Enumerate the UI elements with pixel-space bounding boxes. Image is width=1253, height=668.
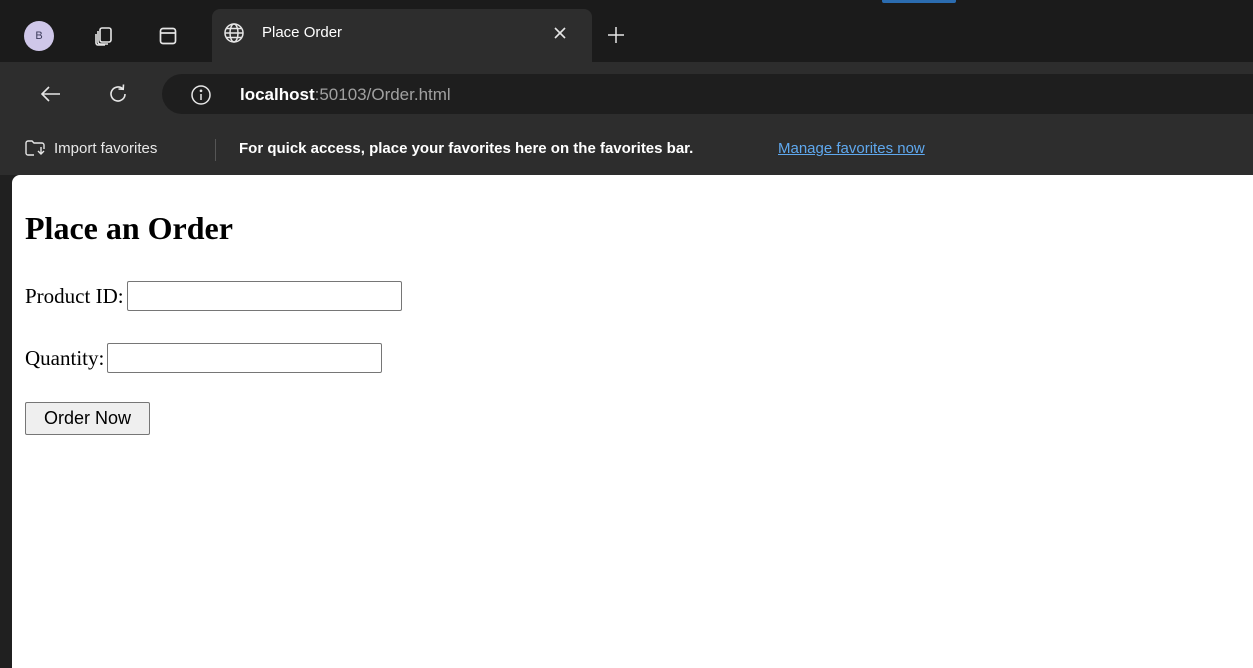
product-id-row: Product ID: (25, 281, 402, 311)
refresh-icon (110, 84, 126, 102)
manage-favorites-link[interactable]: Manage favorites now (778, 140, 925, 157)
product-id-label: Product ID: (25, 283, 124, 308)
plus-icon (608, 27, 624, 43)
quantity-label: Quantity: (25, 345, 105, 370)
info-icon[interactable] (190, 84, 212, 106)
refresh-button[interactable] (104, 80, 132, 108)
browser-window: B Place Order localhost:50103/Order.html… (0, 0, 1253, 668)
back-button[interactable] (37, 80, 65, 108)
import-favorites-button[interactable]: Import favorites (24, 138, 157, 158)
quantity-input[interactable] (107, 343, 383, 373)
tab-strip: B Place Order (0, 0, 1253, 62)
vertical-tabs-icon[interactable] (154, 22, 182, 50)
profile-initial: B (35, 30, 43, 42)
tab-title: Place Order (262, 24, 343, 41)
favorites-bar: Import favorites For quick access, place… (0, 125, 1253, 175)
product-id-input[interactable] (126, 281, 402, 311)
close-icon[interactable] (548, 21, 572, 45)
globe-icon (224, 23, 244, 43)
import-favorites-icon (25, 140, 45, 156)
favorites-hint-text: For quick access, place your favorites h… (239, 140, 694, 157)
page-viewport: Place an Order Product ID: Quantity: Ord… (12, 175, 1253, 668)
address-toolbar: localhost:50103/Order.html (0, 62, 1253, 125)
url-path: :50103/Order.html (314, 85, 451, 104)
tab-place-order[interactable]: Place Order (212, 9, 592, 62)
url-host: localhost (240, 85, 315, 104)
profile-avatar[interactable]: B (24, 21, 54, 51)
page-title: Place an Order (25, 210, 233, 246)
new-tab-button[interactable] (602, 21, 630, 49)
favorites-divider (215, 139, 216, 161)
window-accent-bar (882, 0, 956, 3)
back-arrow-icon (40, 86, 60, 102)
quantity-row: Quantity: (25, 343, 383, 373)
url-text[interactable]: localhost:50103/Order.html (240, 85, 451, 105)
order-now-button[interactable]: Order Now (25, 402, 150, 435)
import-favorites-label: Import favorites (54, 139, 158, 157)
address-bar[interactable]: localhost:50103/Order.html (162, 74, 1253, 114)
tab-actions-icon[interactable] (90, 22, 118, 50)
